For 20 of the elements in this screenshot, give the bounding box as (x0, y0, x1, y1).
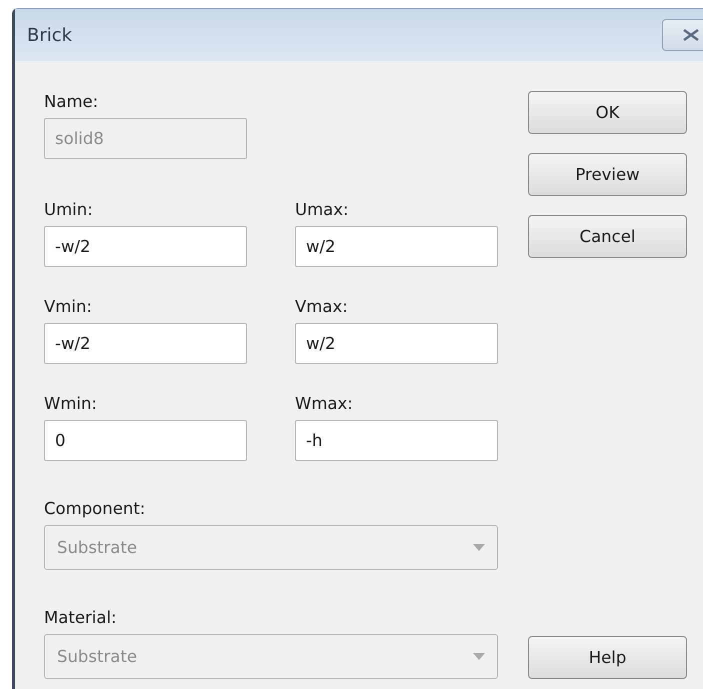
field-label: Vmin: (44, 296, 93, 318)
field-label: Umax: (295, 199, 350, 221)
field-label: Umin: (44, 199, 94, 221)
field-label: Vmax: (295, 296, 349, 318)
input-field[interactable]: -w/2 (44, 323, 247, 364)
field-label: Wmin: (44, 393, 98, 415)
dialog-button[interactable]: Cancel (528, 215, 687, 258)
field-label: Component: (44, 498, 146, 520)
input-field[interactable]: w/2 (295, 226, 498, 267)
input-field[interactable]: -h (295, 420, 498, 461)
field-label: Material: (44, 607, 118, 629)
dialog-button[interactable]: Preview (528, 153, 687, 196)
field-label: Name: (44, 91, 100, 113)
help-button[interactable]: Help (528, 636, 687, 679)
input-field[interactable]: 0 (44, 420, 247, 461)
window-title: Brick (27, 24, 72, 46)
field-label: Wmax: (295, 393, 354, 415)
input-field[interactable]: w/2 (295, 323, 498, 364)
input-field[interactable]: -w/2 (44, 226, 247, 267)
dialog-button[interactable]: OK (528, 91, 687, 134)
